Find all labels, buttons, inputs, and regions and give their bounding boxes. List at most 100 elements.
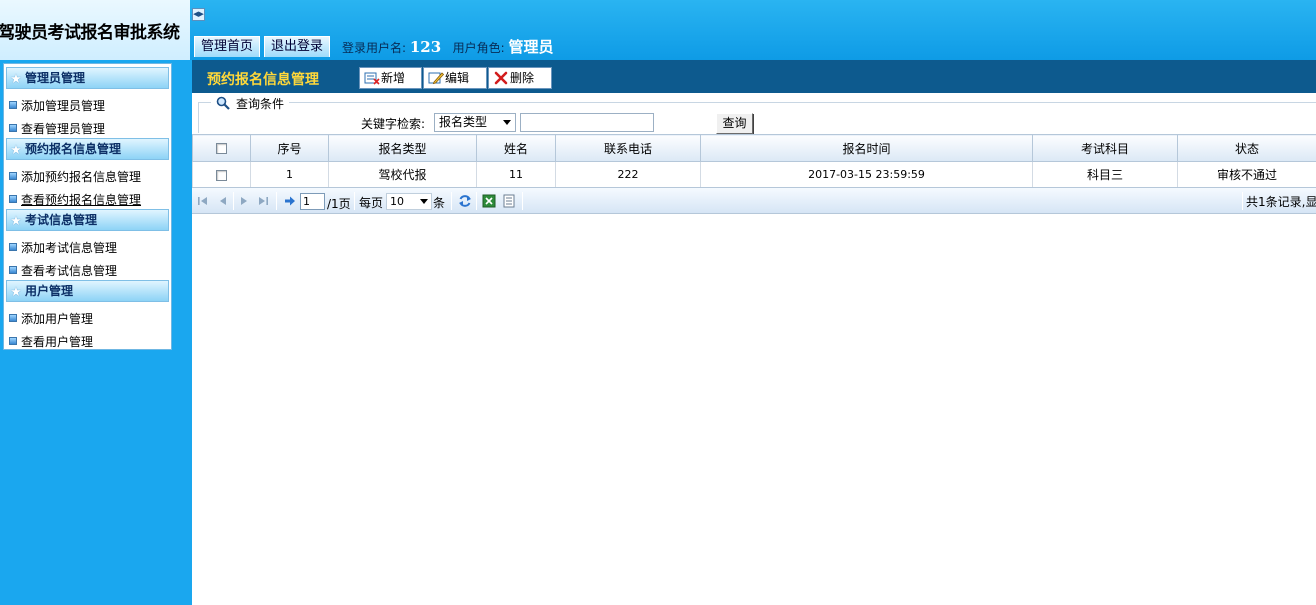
table-row[interactable]: 1 驾校代报 11 222 2017-03-15 23:59:59 科目三 审核…	[192, 161, 1316, 188]
pager-divider	[451, 192, 452, 210]
menu-item-view-user[interactable]: 查看用户管理	[9, 335, 93, 349]
add-button-label: 新增	[381, 71, 406, 85]
bullet-icon	[9, 195, 17, 203]
next-page-icon[interactable]	[238, 195, 250, 207]
add-button[interactable]: 新增	[359, 67, 422, 89]
pager-divider	[354, 192, 355, 210]
cell-phone: 222	[555, 161, 701, 188]
pagination-bar: 1 /1页 每页 10 条 共1条记录,显	[192, 187, 1316, 214]
pager-divider	[276, 192, 277, 210]
bullet-icon	[9, 101, 17, 109]
delete-button[interactable]: 删除	[488, 67, 552, 89]
add-icon	[364, 72, 380, 85]
search-button[interactable]: 查询	[716, 113, 753, 134]
column-header[interactable]: 状态	[1177, 134, 1316, 162]
search-icon	[216, 96, 230, 110]
column-header[interactable]: 序号	[250, 134, 329, 162]
menu-group-user[interactable]: ★ 用户管理	[6, 280, 169, 302]
keyword-input[interactable]	[520, 113, 654, 132]
select-all-checkbox[interactable]	[216, 143, 227, 154]
home-button[interactable]: 管理首页	[194, 36, 260, 57]
menu-item-label: 查看管理员管理	[21, 122, 106, 136]
edit-button-label: 编辑	[445, 71, 470, 85]
menu-group-admin[interactable]: ★ 管理员管理	[6, 67, 169, 89]
table-header-row: 序号 报名类型 姓名 联系电话 报名时间 考试科目 状态	[192, 134, 1316, 162]
keyword-field-select[interactable]: 报名类型	[434, 113, 516, 132]
menu-item-view-admin[interactable]: 查看管理员管理	[9, 122, 105, 136]
page-title: 预约报名信息管理	[207, 72, 319, 88]
menu-group-exam[interactable]: ★ 考试信息管理	[6, 209, 169, 231]
star-icon: ★	[10, 285, 22, 300]
query-legend: 查询条件	[211, 95, 290, 112]
logout-button[interactable]: 退出登录	[264, 36, 330, 57]
user-info: 登录用户名: 123 用户角色: 管理员	[342, 36, 554, 57]
menu-item-view-booking[interactable]: 查看预约报名信息管理	[9, 193, 141, 207]
star-icon: ★	[10, 143, 22, 158]
bullet-icon	[9, 337, 17, 345]
menu-item-add-exam[interactable]: 添加考试信息管理	[9, 241, 117, 255]
menu-item-label: 添加用户管理	[21, 312, 94, 326]
pager-divider	[522, 192, 523, 210]
menu-item-view-exam[interactable]: 查看考试信息管理	[9, 264, 117, 278]
column-header[interactable]: 报名时间	[700, 134, 1033, 162]
menu-item-label: 查看预约报名信息管理	[21, 193, 142, 207]
cell-index: 1	[250, 161, 329, 188]
menu-item-label: 查看考试信息管理	[21, 264, 118, 278]
app-title: 驾驶员考试报名审批系统	[0, 23, 180, 43]
select-all-cell[interactable]	[192, 134, 251, 162]
column-header[interactable]: 姓名	[476, 134, 556, 162]
total-pages: /1页	[327, 197, 351, 211]
top-header: 驾驶员考试报名审批系统 ◀▶ 管理首页 退出登录 登录用户名: 123 用户角色…	[0, 0, 1316, 60]
menu-group-title: 考试信息管理	[25, 213, 98, 227]
per-page-unit: 条	[433, 196, 446, 210]
menu-item-add-booking[interactable]: 添加预约报名信息管理	[9, 170, 141, 184]
sidebar-menu: ★ 管理员管理 添加管理员管理 查看管理员管理 ★ 预约报名信息管理 添加预约报名信…	[3, 63, 172, 350]
bullet-icon	[9, 172, 17, 180]
username-value: 123	[409, 38, 442, 56]
first-page-icon[interactable]	[197, 195, 209, 207]
menu-item-add-user[interactable]: 添加用户管理	[9, 312, 93, 326]
star-icon: ★	[10, 214, 22, 229]
chevron-down-icon	[420, 199, 428, 204]
page-size-select[interactable]: 10	[386, 193, 432, 210]
last-page-icon[interactable]	[257, 195, 269, 207]
role-label: 用户角色:	[452, 41, 505, 55]
refresh-icon[interactable]	[458, 194, 472, 208]
pager-divider	[233, 192, 234, 210]
row-select-cell[interactable]	[192, 161, 251, 188]
username-label: 登录用户名:	[342, 41, 407, 55]
menu-group-title: 用户管理	[25, 284, 74, 298]
keyword-field-value: 报名类型	[439, 115, 488, 129]
column-header[interactable]: 考试科目	[1032, 134, 1178, 162]
edit-button[interactable]: 编辑	[423, 67, 487, 89]
bullet-icon	[9, 243, 17, 251]
data-table: 序号 报名类型 姓名 联系电话 报名时间 考试科目 状态 1 驾校代报 11 2…	[192, 134, 1316, 188]
cell-status: 审核不通过	[1177, 161, 1316, 188]
menu-item-label: 添加预约报名信息管理	[21, 170, 142, 184]
column-header[interactable]: 联系电话	[555, 134, 701, 162]
bullet-icon	[9, 124, 17, 132]
menu-item-label: 添加考试信息管理	[21, 241, 118, 255]
cell-type: 驾校代报	[328, 161, 477, 188]
go-page-icon[interactable]	[284, 195, 296, 207]
delete-icon	[494, 71, 508, 85]
row-checkbox[interactable]	[216, 169, 227, 181]
sidebar-toggle-icon[interactable]: ◀▶	[192, 8, 205, 21]
per-page-label: 每页	[359, 196, 384, 210]
chevron-down-icon	[503, 120, 511, 125]
bullet-icon	[9, 266, 17, 274]
menu-item-add-admin[interactable]: 添加管理员管理	[9, 99, 105, 113]
menu-item-label: 查看用户管理	[21, 335, 94, 349]
menu-group-booking[interactable]: ★ 预约报名信息管理	[6, 138, 169, 160]
cell-subject: 科目三	[1032, 161, 1178, 188]
print-icon[interactable]	[502, 194, 516, 208]
column-header[interactable]: 报名类型	[328, 134, 477, 162]
query-legend-label: 查询条件	[236, 97, 285, 111]
prev-page-icon[interactable]	[217, 195, 229, 207]
excel-export-icon[interactable]	[482, 194, 496, 208]
menu-group-title: 管理员管理	[25, 71, 86, 85]
page-number-input[interactable]: 1	[300, 193, 325, 210]
delete-button-label: 删除	[510, 71, 535, 85]
pager-divider	[476, 192, 477, 210]
sidebar: ★ 管理员管理 添加管理员管理 查看管理员管理 ★ 预约报名信息管理 添加预约报名信…	[0, 60, 192, 605]
